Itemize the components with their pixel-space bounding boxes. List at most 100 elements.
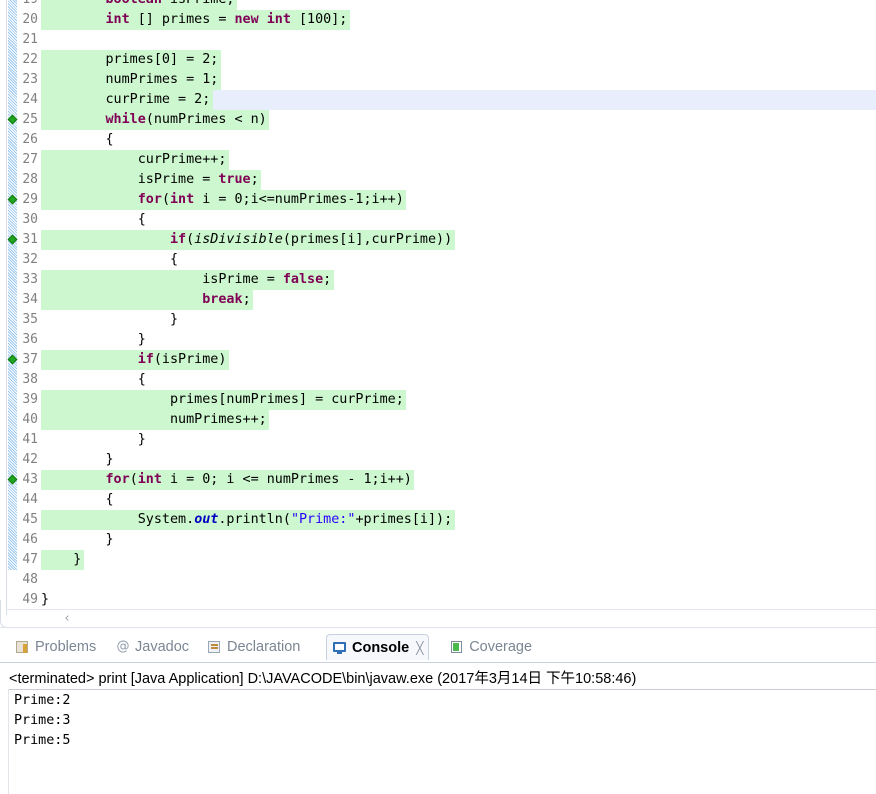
code-text: isPrime = true; xyxy=(41,170,262,190)
problems-icon xyxy=(15,639,31,655)
code-token: if xyxy=(137,352,154,367)
code-line[interactable]: 39 primes[numPrimes] = curPrime; xyxy=(0,390,876,410)
hscroll-track[interactable] xyxy=(55,610,876,628)
code-token: false xyxy=(282,272,324,287)
code-line[interactable]: 37 if(isPrime) xyxy=(0,350,876,370)
code-line[interactable]: 42 } xyxy=(0,450,876,470)
tab-declaration[interactable]: Declaration xyxy=(202,634,305,660)
code-line[interactable]: 46 } xyxy=(0,530,876,550)
code-line[interactable]: 41 } xyxy=(0,430,876,450)
line-number: 48 xyxy=(22,572,38,587)
console-output-area[interactable]: Prime:2 Prime:3 Prime:5 xyxy=(9,691,876,794)
tab-label: Javadoc xyxy=(135,639,190,655)
code-line[interactable]: 40 numPrimes++; xyxy=(0,410,876,430)
view-tab-bar: Problems @ Javadoc Declaration Console ╳ Cover… xyxy=(0,632,876,662)
line-number: 35 xyxy=(22,312,38,327)
javadoc-icon: @ xyxy=(116,639,130,654)
code-text: } xyxy=(41,430,146,450)
code-text: primes[0] = 2; xyxy=(41,50,222,70)
console-header-separator xyxy=(9,689,876,690)
declaration-icon xyxy=(207,639,223,655)
close-icon[interactable]: ╳ xyxy=(416,641,423,655)
line-number: 22 xyxy=(22,52,38,67)
code-line[interactable]: 36 } xyxy=(0,330,876,350)
line-number: 37 xyxy=(22,352,38,367)
code-line[interactable]: 24 curPrime = 2; xyxy=(0,90,876,110)
code-token: isPrime = xyxy=(41,172,219,187)
code-line[interactable]: 27 curPrime++; xyxy=(0,150,876,170)
code-line[interactable]: 19 boolean isPrime; xyxy=(0,0,876,10)
code-line[interactable]: 21 xyxy=(0,30,876,50)
line-number: 28 xyxy=(22,172,38,187)
tab-console[interactable]: Console ╳ xyxy=(326,634,430,660)
code-text: break; xyxy=(41,290,254,310)
line-number: 44 xyxy=(22,492,38,507)
code-token: break xyxy=(202,292,243,307)
code-token: (numPrimes < n) xyxy=(145,112,267,127)
code-line[interactable]: 20 int [] primes = new int [100]; xyxy=(0,10,876,30)
line-number: 31 xyxy=(22,232,38,247)
code-token: isPrime = xyxy=(41,272,283,287)
code-text: while(numPrimes < n) xyxy=(41,110,270,130)
code-text: } xyxy=(41,310,178,330)
code-line[interactable]: 22 primes[0] = 2; xyxy=(0,50,876,70)
code-line[interactable]: 34 break; xyxy=(0,290,876,310)
console-process-header: <terminated> print [Java Application] D:… xyxy=(9,671,637,687)
line-number: 32 xyxy=(22,252,38,267)
code-line[interactable]: 35 } xyxy=(0,310,876,330)
code-line[interactable]: 26 { xyxy=(0,130,876,150)
code-text: { xyxy=(41,490,114,510)
code-token: new xyxy=(234,12,259,27)
line-number: 25 xyxy=(22,112,38,127)
tab-javadoc[interactable]: @ Javadoc xyxy=(110,634,194,660)
code-token: (primes[i],curPrime)) xyxy=(282,232,453,247)
code-line[interactable]: 43 for(int i = 0; i <= numPrimes - 1;i++… xyxy=(0,470,876,490)
console-panel[interactable]: <terminated> print [Java Application] D:… xyxy=(0,662,876,794)
code-text: isPrime = false; xyxy=(41,270,334,290)
code-line[interactable]: 23 numPrimes = 1; xyxy=(0,70,876,90)
code-line[interactable]: 32 { xyxy=(0,250,876,270)
code-token: isDivisible xyxy=(194,232,283,247)
code-line[interactable]: 30 { xyxy=(0,210,876,230)
line-number: 46 xyxy=(22,532,38,547)
code-token: { xyxy=(41,132,114,147)
line-number: 33 xyxy=(22,272,38,287)
code-token: { xyxy=(41,492,114,507)
java-source-editor[interactable]: 19 boolean isPrime;20 int [] primes = ne… xyxy=(0,0,876,632)
code-token: for xyxy=(105,472,130,487)
editor-horizontal-scrollbar[interactable]: ‹ xyxy=(7,609,876,628)
code-text: curPrime = 2; xyxy=(41,90,214,110)
code-line[interactable]: 31 if(isDivisible(primes[i],curPrime)) xyxy=(0,230,876,250)
line-number: 43 xyxy=(22,472,38,487)
code-text: primes[numPrimes] = curPrime; xyxy=(41,390,407,410)
code-line[interactable]: 38 { xyxy=(0,370,876,390)
code-token: [] primes = xyxy=(129,12,235,27)
code-token: i = 0;i<=numPrimes-1;i++) xyxy=(194,192,404,207)
code-text: int [] primes = new int [100]; xyxy=(41,10,350,30)
tab-problems[interactable]: Problems xyxy=(10,634,101,660)
editor-corner-decoration xyxy=(0,600,14,628)
scroll-left-arrow-icon[interactable]: ‹ xyxy=(59,611,75,627)
line-number: 45 xyxy=(22,512,38,527)
code-token: { xyxy=(41,252,179,267)
line-number: 30 xyxy=(22,212,38,227)
code-token: primes[0] = 2; xyxy=(41,52,219,67)
code-line[interactable]: 45 System.out.println("Prime:"+primes[i]… xyxy=(0,510,876,530)
code-line[interactable]: 28 isPrime = true; xyxy=(0,170,876,190)
line-number: 20 xyxy=(22,12,38,27)
code-line[interactable]: 49} xyxy=(0,590,876,610)
line-number: 39 xyxy=(22,392,38,407)
code-text: { xyxy=(41,130,114,150)
code-line[interactable]: 47 } xyxy=(0,550,876,570)
code-token: boolean xyxy=(106,0,162,7)
code-line[interactable]: 25 while(numPrimes < n) xyxy=(0,110,876,130)
code-line[interactable]: 48 xyxy=(0,570,876,590)
code-line[interactable]: 44 { xyxy=(0,490,876,510)
code-line[interactable]: 29 for(int i = 0;i<=numPrimes-1;i++) xyxy=(0,190,876,210)
code-line[interactable]: 33 isPrime = false; xyxy=(0,270,876,290)
tab-coverage[interactable]: Coverage xyxy=(444,634,537,660)
